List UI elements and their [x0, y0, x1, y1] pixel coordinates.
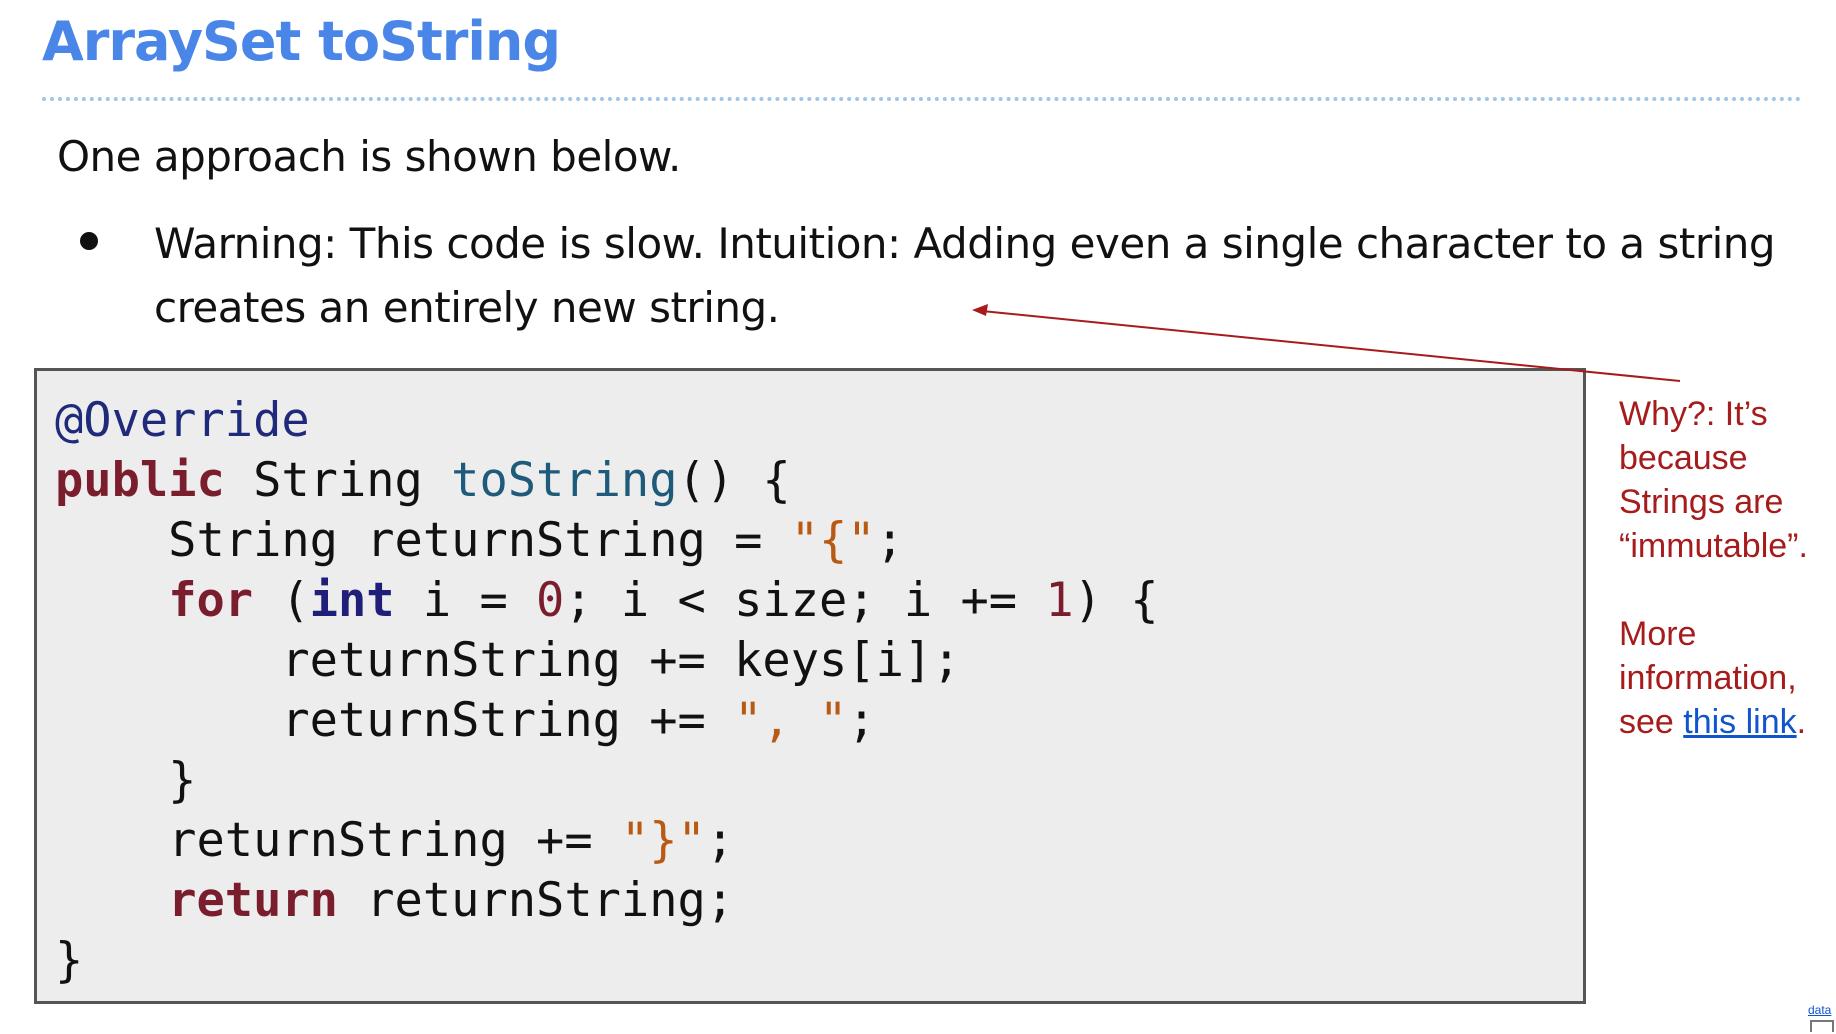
- code-line: String returnString = "{";: [55, 511, 1159, 571]
- code-token-plain: () {: [677, 453, 791, 508]
- side-note: Why?: It’s because Strings are “immutabl…: [1619, 392, 1829, 744]
- code-token-number: 0: [536, 573, 565, 628]
- code-token-keyword: return: [168, 873, 338, 928]
- code-line: returnString += "}";: [55, 811, 1159, 871]
- code-line: public String toString() {: [55, 451, 1159, 511]
- code-token-string: "{": [790, 513, 876, 568]
- code-token-plain: ;: [847, 693, 876, 748]
- code-line: for (int i = 0; i < size; i += 1) {: [55, 571, 1159, 631]
- code-token-plain: String returnString =: [55, 513, 791, 568]
- code-token-plain: String: [224, 453, 452, 508]
- side-note-more-suffix: .: [1796, 703, 1807, 741]
- code-block: @Override public String toString() { Stri…: [34, 368, 1586, 1004]
- code-token-plain: returnString +=: [55, 813, 621, 868]
- code-token-plain: ;: [875, 513, 904, 568]
- side-note-why: Why?: It’s because Strings are “immutabl…: [1619, 395, 1808, 565]
- intro-text: One approach is shown below.: [57, 132, 681, 181]
- corner-window-icon: [1810, 1020, 1834, 1032]
- code-token-plain: ) {: [1073, 573, 1159, 628]
- bullet-text: Warning: This code is slow. Intuition: A…: [154, 219, 1776, 332]
- code-token-number: 1: [1045, 573, 1074, 628]
- code-token-plain: }: [55, 753, 197, 808]
- code-token-plain: (: [253, 573, 310, 628]
- code-token-string: "}": [620, 813, 706, 868]
- corner-badge-link[interactable]: data: [1808, 1003, 1831, 1017]
- code-listing: @Override public String toString() { Stri…: [55, 391, 1159, 991]
- code-token-plain: returnString +=: [55, 693, 735, 748]
- code-token-plain: returnString;: [337, 873, 735, 928]
- code-token-string: ", ": [734, 693, 848, 748]
- code-line: @Override: [55, 391, 1159, 451]
- code-token-method: toString: [451, 453, 678, 508]
- code-token-plain: i =: [394, 573, 537, 628]
- title-divider: [42, 97, 1802, 101]
- code-token-keyword: public: [55, 453, 225, 508]
- code-token-type: int: [309, 573, 395, 628]
- code-token-plain: returnString += keys[i];: [55, 633, 961, 688]
- code-token-plain: ;: [705, 813, 735, 868]
- code-line: returnString += keys[i];: [55, 631, 1159, 691]
- code-token-plain: ; i < size; i +=: [564, 573, 1046, 628]
- this-link[interactable]: this link: [1683, 703, 1796, 741]
- code-line: returnString += ", ";: [55, 691, 1159, 751]
- side-note-more: More information, see this link.: [1619, 612, 1829, 744]
- slide-title: ArraySet toString: [42, 10, 561, 73]
- code-token-plain: }: [55, 933, 84, 988]
- code-token-keyword: for: [168, 573, 254, 628]
- code-token-annotation: @Override: [55, 393, 310, 448]
- bullet-dot-icon: [80, 232, 98, 250]
- code-line: }: [55, 931, 1159, 991]
- code-line: return returnString;: [55, 871, 1159, 931]
- code-line: }: [55, 751, 1159, 811]
